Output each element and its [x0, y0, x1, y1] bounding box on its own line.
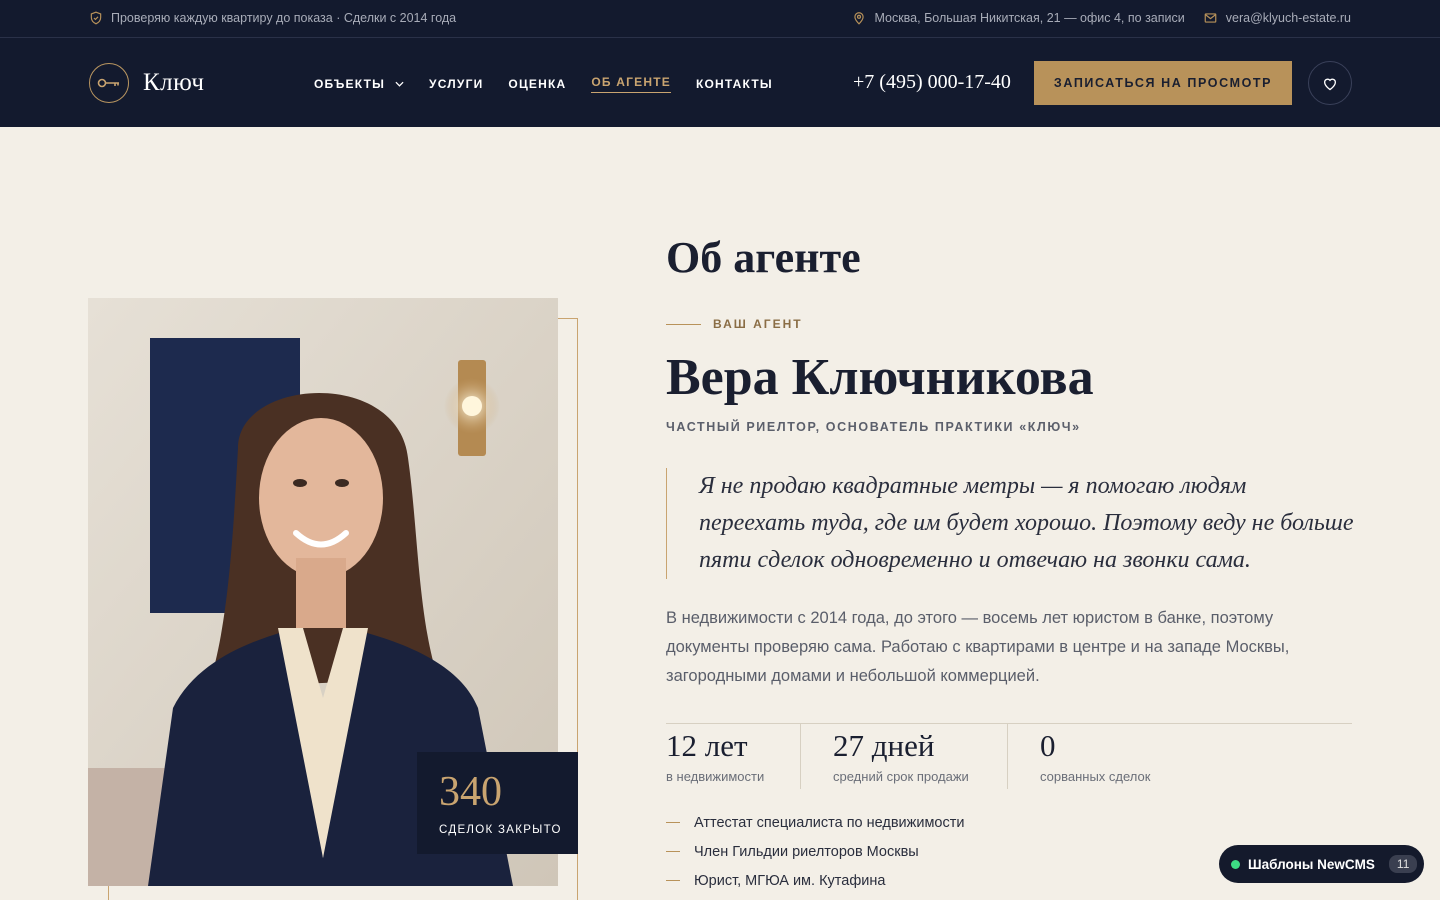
shield-check-icon	[89, 11, 103, 25]
credential-text: Аттестат специалиста по недвижимости	[694, 814, 965, 831]
deals-label: СДЕЛОК ЗАКРЫТО	[439, 824, 562, 836]
badge-count: 11	[1388, 855, 1418, 873]
nav-label: УСЛУГИ	[429, 77, 484, 91]
credential-text: Юрист, МГЮА им. Кутафина	[694, 872, 886, 889]
book-viewing-button[interactable]: ЗАПИСАТЬСЯ НА ПРОСМОТР	[1034, 61, 1292, 105]
address-text: Москва, Большая Никитская, 21 — офис 4, …	[874, 11, 1185, 25]
stat-years: 12 лет в недвижимости	[666, 724, 800, 789]
main-header: Ключ ОБЪЕКТЫ УСЛУГИ ОЦЕНКА ОБ АГЕНТЕ КОН…	[0, 38, 1440, 127]
section-title: Об агенте	[666, 233, 861, 282]
stat-sale-time: 27 дней средний срок продажи	[800, 724, 1007, 789]
list-item: Член Гильдии риелторов Москвы	[666, 837, 964, 866]
nav-label: ОБ АГЕНТЕ	[591, 75, 671, 89]
map-pin-icon	[852, 11, 866, 25]
nav-label: ОЦЕНКА	[508, 77, 567, 91]
eyebrow-line	[666, 323, 701, 325]
stat-label: сорванных сделок	[1040, 769, 1151, 784]
credential-text: Член Гильдии риелторов Москвы	[694, 843, 919, 860]
heart-icon	[1322, 76, 1338, 91]
logo-text: Ключ	[143, 69, 205, 96]
deals-count: 340	[439, 769, 502, 815]
badge-label: Шаблоны NewCMS	[1248, 856, 1375, 872]
dash-icon	[666, 822, 680, 823]
eyebrow: ВАШ АГЕНТ	[666, 317, 803, 331]
office-address[interactable]: Москва, Большая Никитская, 21 — офис 4, …	[852, 11, 1185, 25]
phone-link[interactable]: +7 (495) 000-17-40	[853, 71, 1011, 94]
stat-value: 27 дней	[833, 728, 935, 763]
agent-name: Вера Ключникова	[666, 349, 1094, 406]
key-icon	[89, 63, 129, 103]
email-link[interactable]: vera@klyuch-estate.ru	[1203, 11, 1351, 25]
nav-label: ОБЪЕКТЫ	[314, 77, 386, 91]
logo[interactable]: Ключ	[89, 63, 204, 103]
dash-icon	[666, 851, 680, 852]
agent-role: ЧАСТНЫЙ РИЕЛТОР, ОСНОВАТЕЛЬ ПРАКТИКИ «КЛ…	[666, 420, 1081, 434]
chevron-down-icon	[395, 81, 404, 87]
stat-failed-deals: 0 сорванных сделок	[1007, 724, 1150, 789]
deals-closed-card: 340 СДЕЛОК ЗАКРЫТО	[417, 752, 578, 854]
status-dot-icon	[1231, 859, 1240, 869]
nav-item-objects[interactable]: ОБЪЕКТЫ	[314, 77, 404, 91]
stat-value: 0	[1040, 728, 1056, 763]
agent-bio: В недвижимости с 2014 года, до этого — в…	[666, 609, 1290, 685]
main-nav: ОБЪЕКТЫ УСЛУГИ ОЦЕНКА ОБ АГЕНТЕ КОНТАКТЫ	[314, 75, 773, 93]
stat-value: 12 лет	[666, 728, 748, 763]
stat-label: в недвижимости	[666, 769, 765, 784]
trust-text: Проверяю каждую квартиру до показа · Сде…	[111, 11, 457, 25]
stats-row: 12 лет в недвижимости 27 дней средний ср…	[666, 723, 1352, 789]
eyebrow-text: ВАШ АГЕНТ	[713, 317, 803, 331]
nav-item-contacts[interactable]: КОНТАКТЫ	[696, 77, 773, 91]
nav-label: КОНТАКТЫ	[695, 77, 773, 91]
nav-item-about-agent[interactable]: ОБ АГЕНТЕ	[591, 75, 671, 93]
templates-badge[interactable]: Шаблоны NewCMS 11	[1219, 845, 1424, 883]
dash-icon	[666, 880, 680, 881]
mail-icon	[1203, 11, 1218, 25]
stat-label: средний срок продажи	[833, 769, 969, 784]
list-item: Юрист, МГЮА им. Кутафина	[666, 866, 964, 895]
agent-quote: Я не продаю квадратные метры — я помогаю…	[666, 468, 1356, 579]
nav-item-services[interactable]: УСЛУГИ	[429, 77, 483, 91]
email-text: vera@klyuch-estate.ru	[1225, 11, 1351, 25]
list-item: Аттестат специалиста по недвижимости	[666, 808, 964, 837]
credentials-list: Аттестат специалиста по недвижимости Чле…	[666, 808, 964, 895]
top-info-bar: Проверяю каждую квартиру до показа · Сде…	[0, 0, 1440, 38]
favorites-button[interactable]	[1308, 61, 1352, 105]
nav-item-valuation[interactable]: ОЦЕНКА	[508, 77, 566, 91]
